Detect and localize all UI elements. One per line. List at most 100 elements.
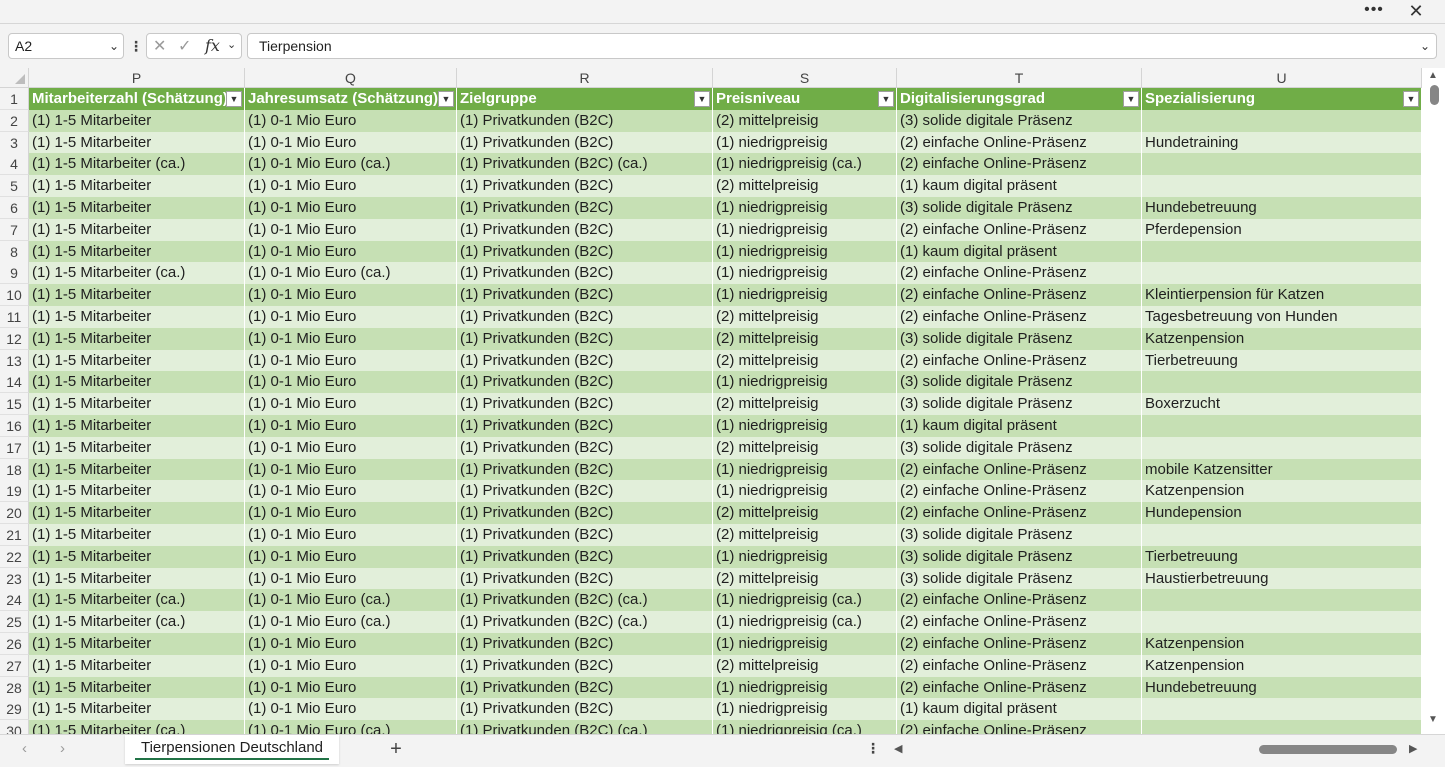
add-sheet-button[interactable]: + <box>386 738 406 761</box>
table-cell[interactable]: (1) niedrigpreisig <box>713 131 897 154</box>
table-cell[interactable]: (1) niedrigpreisig <box>713 698 897 721</box>
table-cell[interactable]: (1) 0-1 Mio Euro <box>245 175 457 198</box>
table-cell[interactable]: (1) niedrigpreisig (ca.) <box>713 611 897 634</box>
table-cell[interactable]: (1) Privatkunden (B2C) <box>457 698 713 721</box>
table-cell[interactable]: (1) 0-1 Mio Euro <box>245 480 457 503</box>
table-cell[interactable]: (1) Privatkunden (B2C) <box>457 480 713 503</box>
table-cell[interactable]: (1) 1-5 Mitarbeiter <box>29 371 245 394</box>
row-header[interactable]: 18 <box>0 458 29 481</box>
table-cell[interactable]: (1) Privatkunden (B2C) <box>457 654 713 677</box>
tab-bar-splitter-icon[interactable]: ⋮ <box>866 740 880 757</box>
table-cell[interactable]: (1) 1-5 Mitarbeiter <box>29 327 245 350</box>
column-header-s[interactable]: S <box>713 68 897 88</box>
table-cell[interactable]: (2) mittelpreisig <box>713 654 897 677</box>
vertical-scrollbar[interactable]: ▲ ▼ <box>1423 68 1445 734</box>
table-cell[interactable]: (1) Privatkunden (B2C) <box>457 545 713 568</box>
row-header[interactable]: 30 <box>0 720 29 734</box>
insert-function-icon[interactable]: fx <box>205 36 220 55</box>
table-cell[interactable]: (3) solide digitale Präsenz <box>897 545 1142 568</box>
table-cell[interactable] <box>1142 611 1422 634</box>
table-cell[interactable]: (1) Privatkunden (B2C) <box>457 502 713 525</box>
table-cell[interactable] <box>1142 240 1422 263</box>
table-cell[interactable]: (1) 1-5 Mitarbeiter (ca.) <box>29 611 245 634</box>
table-cell[interactable]: (2) einfache Online-Präsenz <box>897 458 1142 481</box>
formula-bar-grip-icon[interactable]: ⋮ <box>129 36 143 56</box>
table-cell[interactable]: (1) Privatkunden (B2C) <box>457 240 713 263</box>
column-header-r[interactable]: R <box>457 68 713 88</box>
row-header[interactable]: 14 <box>0 371 29 394</box>
table-cell[interactable]: (1) niedrigpreisig (ca.) <box>713 589 897 612</box>
table-cell[interactable]: Tagesbetreuung von Hunden <box>1142 306 1422 328</box>
row-header[interactable]: 16 <box>0 415 29 437</box>
row-header[interactable]: 28 <box>0 676 29 699</box>
row-header[interactable]: 29 <box>0 698 29 721</box>
table-cell[interactable]: (2) einfache Online-Präsenz <box>897 349 1142 372</box>
next-sheet-icon[interactable]: › <box>60 740 65 757</box>
table-cell[interactable]: (1) Privatkunden (B2C) <box>457 349 713 372</box>
table-cell[interactable]: (1) Privatkunden (B2C) <box>457 327 713 350</box>
table-cell[interactable]: (1) Privatkunden (B2C) <box>457 197 713 219</box>
expand-formula-icon[interactable]: ⌄ <box>1420 34 1430 58</box>
table-cell[interactable]: (1) 0-1 Mio Euro <box>245 502 457 525</box>
table-cell[interactable]: (1) Privatkunden (B2C) <box>457 262 713 285</box>
table-cell[interactable]: (1) 0-1 Mio Euro <box>245 415 457 437</box>
table-cell[interactable]: (1) niedrigpreisig <box>713 197 897 219</box>
table-cell[interactable]: (1) Privatkunden (B2C) <box>457 306 713 328</box>
table-cell[interactable]: (1) 1-5 Mitarbeiter <box>29 240 245 263</box>
table-cell[interactable]: (2) einfache Online-Präsenz <box>897 131 1142 154</box>
filter-dropdown-icon[interactable]: ▼ <box>878 91 894 107</box>
row-header[interactable]: 19 <box>0 480 29 503</box>
table-cell[interactable]: (1) niedrigpreisig (ca.) <box>713 153 897 176</box>
table-cell[interactable]: (1) 1-5 Mitarbeiter <box>29 218 245 241</box>
table-cell[interactable]: (1) 1-5 Mitarbeiter <box>29 197 245 219</box>
close-icon[interactable]: ✕ <box>1406 1 1426 21</box>
table-cell[interactable]: (1) 0-1 Mio Euro <box>245 654 457 677</box>
table-cell[interactable]: (1) kaum digital präsent <box>897 415 1142 437</box>
formula-input[interactable]: Tierpension ⌄ <box>247 33 1437 59</box>
table-cell[interactable]: mobile Katzensitter <box>1142 458 1422 481</box>
table-cell[interactable]: (1) Privatkunden (B2C) <box>457 131 713 154</box>
check-icon[interactable]: ✓ <box>178 36 191 56</box>
table-cell[interactable]: (1) niedrigpreisig <box>713 633 897 655</box>
column-header-q[interactable]: Q <box>245 68 457 88</box>
table-cell[interactable] <box>1142 262 1422 285</box>
table-cell[interactable]: (1) kaum digital präsent <box>897 698 1142 721</box>
table-cell[interactable]: (1) niedrigpreisig <box>713 284 897 307</box>
row-header[interactable]: 11 <box>0 306 29 328</box>
table-cell[interactable]: (1) 1-5 Mitarbeiter <box>29 306 245 328</box>
table-cell[interactable]: (1) 1-5 Mitarbeiter <box>29 524 245 546</box>
column-header-u[interactable]: U <box>1142 68 1422 88</box>
table-cell[interactable]: (1) Privatkunden (B2C) (ca.) <box>457 589 713 612</box>
table-header-cell[interactable]: Spezialisierung ▼ <box>1142 88 1422 110</box>
table-cell[interactable]: (1) 1-5 Mitarbeiter <box>29 676 245 699</box>
table-cell[interactable]: (2) mittelpreisig <box>713 349 897 372</box>
table-cell[interactable] <box>1142 371 1422 394</box>
table-cell[interactable]: (1) 1-5 Mitarbeiter <box>29 349 245 372</box>
scroll-down-icon[interactable]: ▼ <box>1428 714 1438 725</box>
table-cell[interactable]: (1) 1-5 Mitarbeiter <box>29 545 245 568</box>
table-cell[interactable]: (2) einfache Online-Präsenz <box>897 720 1142 734</box>
table-cell[interactable]: (1) 1-5 Mitarbeiter (ca.) <box>29 262 245 285</box>
table-cell[interactable]: (1) 0-1 Mio Euro (ca.) <box>245 589 457 612</box>
table-cell[interactable]: Katzenpension <box>1142 480 1422 503</box>
table-cell[interactable]: (1) 0-1 Mio Euro <box>245 371 457 394</box>
table-cell[interactable]: (1) 1-5 Mitarbeiter <box>29 415 245 437</box>
table-header-cell[interactable]: Jahresumsatz (Schätzung) ▼ <box>245 88 457 110</box>
row-header[interactable]: 27 <box>0 654 29 677</box>
table-cell[interactable]: (1) 0-1 Mio Euro (ca.) <box>245 720 457 734</box>
filter-dropdown-icon[interactable]: ▼ <box>694 91 710 107</box>
table-cell[interactable]: (1) 1-5 Mitarbeiter <box>29 109 245 132</box>
table-cell[interactable]: (1) niedrigpreisig <box>713 218 897 241</box>
row-header[interactable]: 15 <box>0 393 29 416</box>
table-header-cell[interactable]: Zielgruppe ▼ <box>457 88 713 110</box>
table-cell[interactable]: (2) einfache Online-Präsenz <box>897 480 1142 503</box>
table-cell[interactable]: Katzenpension <box>1142 327 1422 350</box>
table-cell[interactable]: (1) 1-5 Mitarbeiter <box>29 633 245 655</box>
table-cell[interactable]: (1) 0-1 Mio Euro <box>245 284 457 307</box>
table-cell[interactable]: (1) niedrigpreisig <box>713 415 897 437</box>
table-cell[interactable]: (1) Privatkunden (B2C) <box>457 109 713 132</box>
filter-dropdown-icon[interactable]: ▼ <box>438 91 454 107</box>
table-cell[interactable]: (1) niedrigpreisig <box>713 240 897 263</box>
table-cell[interactable] <box>1142 109 1422 132</box>
table-cell[interactable]: (1) 1-5 Mitarbeiter <box>29 567 245 590</box>
